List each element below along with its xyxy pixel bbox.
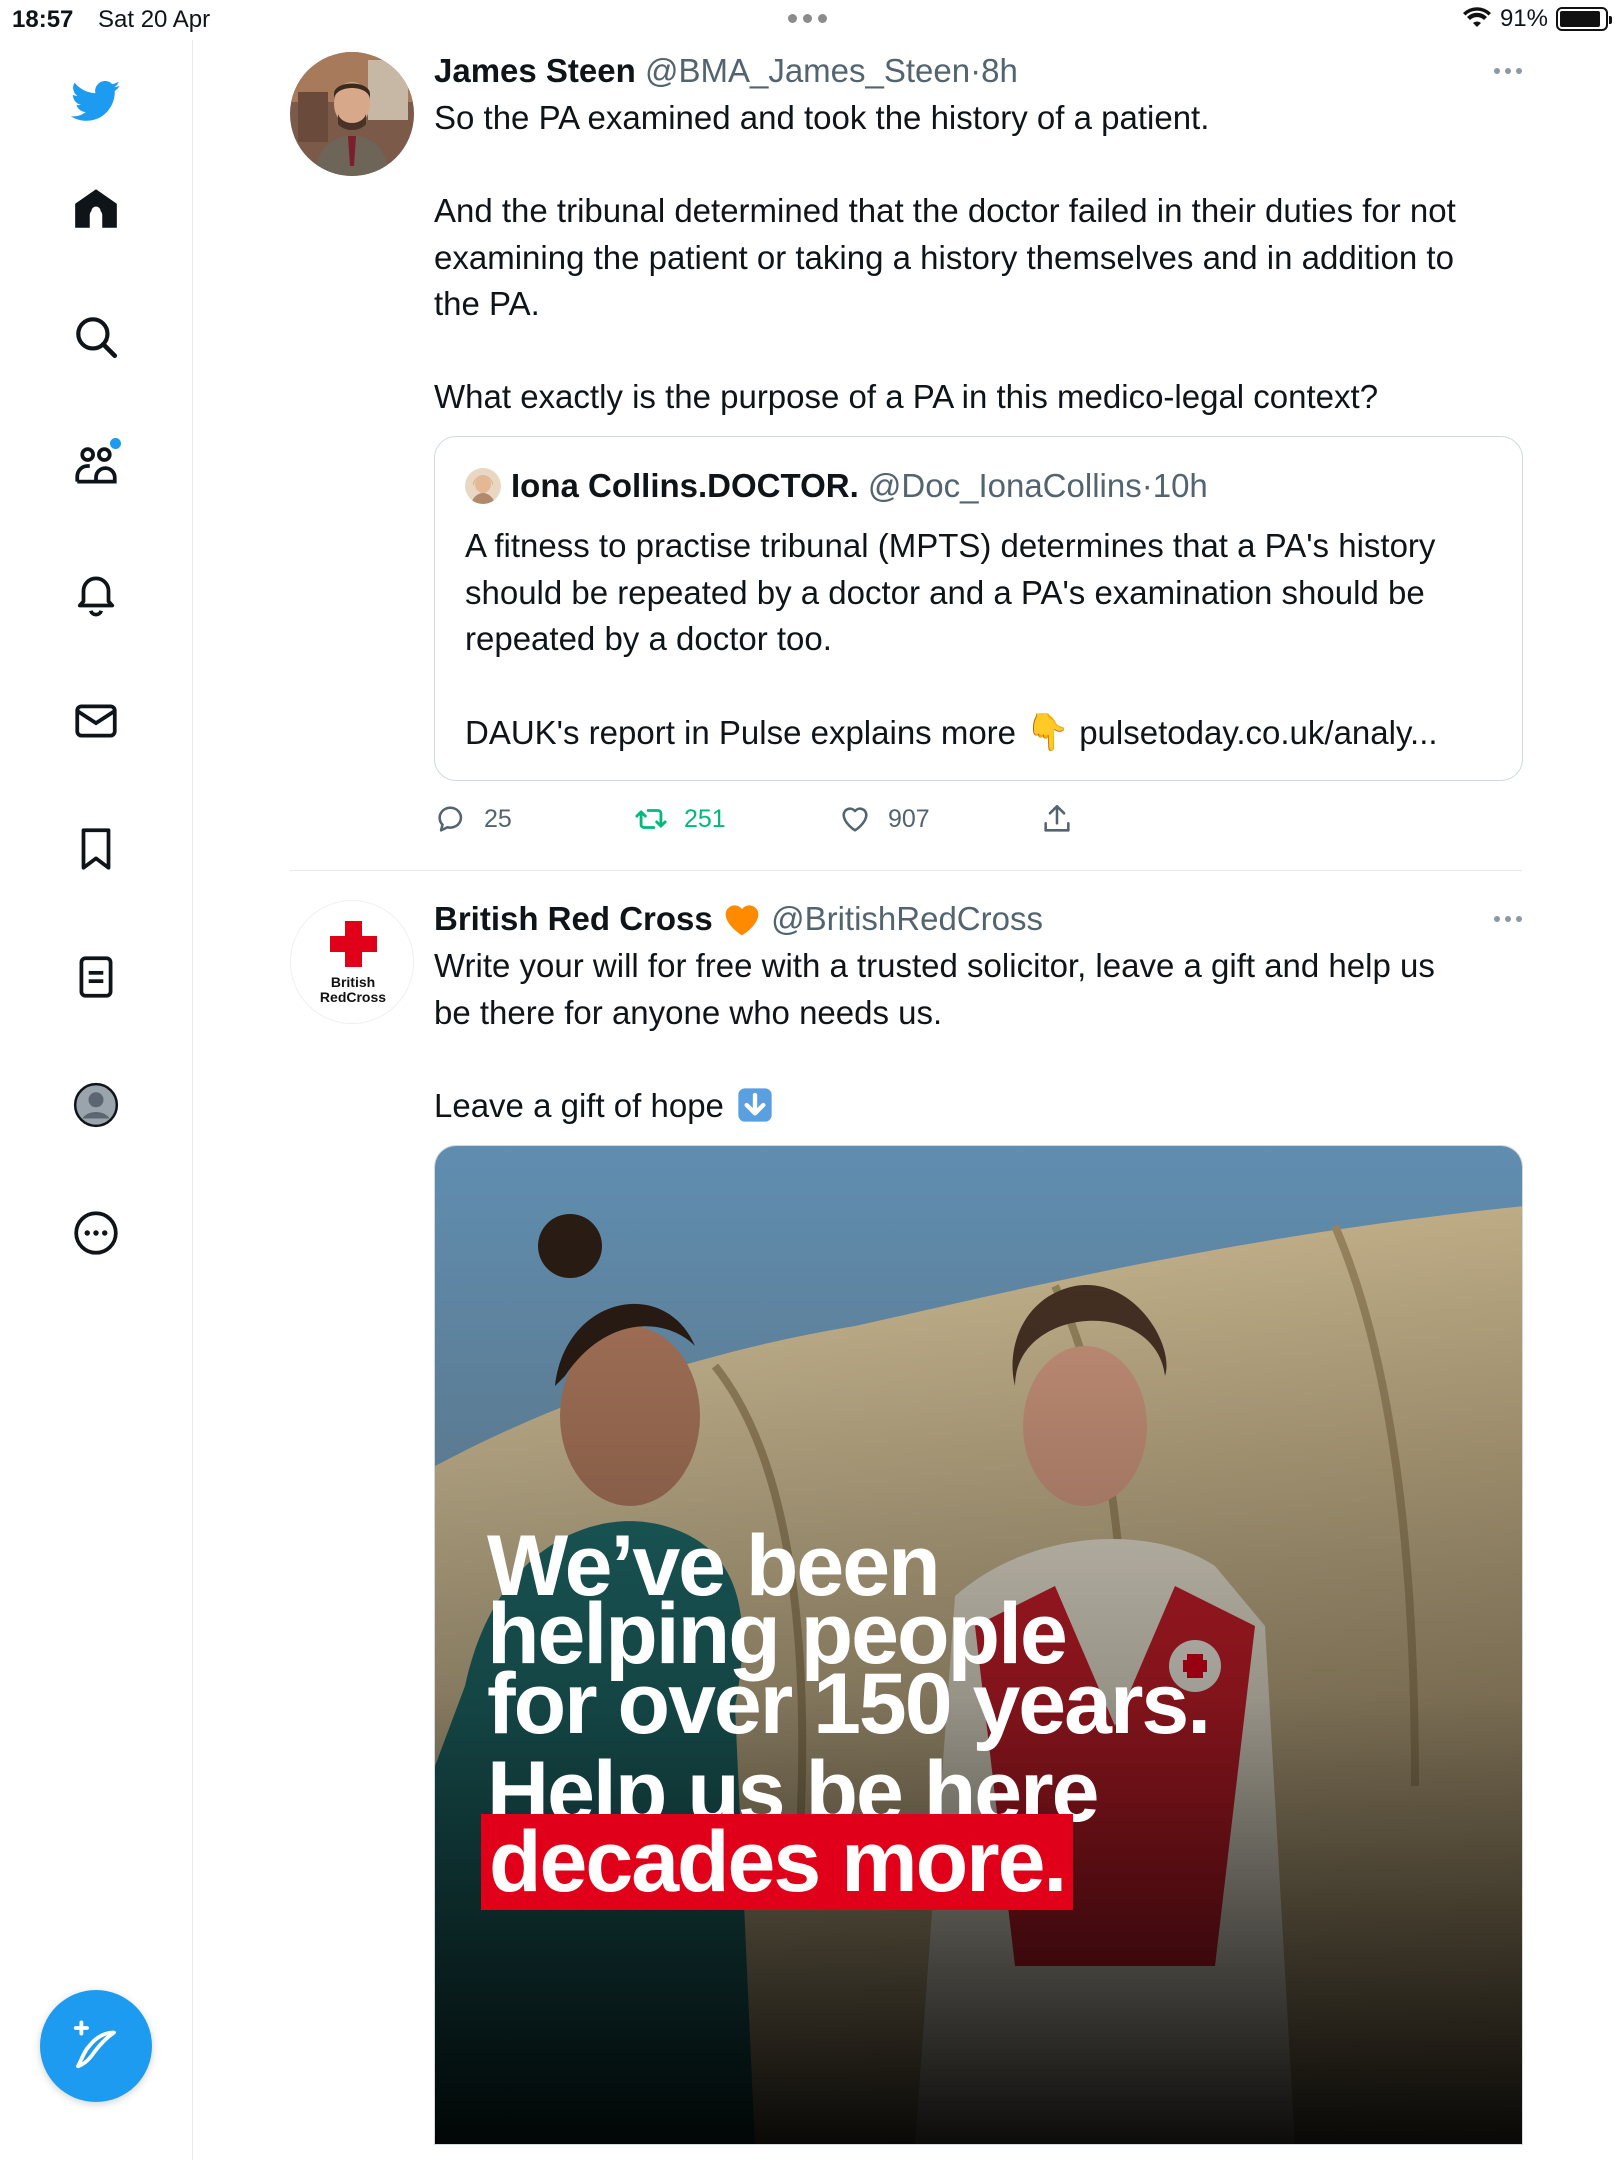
tweet-divider <box>290 870 1522 871</box>
tweet-time[interactable]: 8h <box>981 52 1018 89</box>
tweet-text-line: examining the patient or taking a histor… <box>434 238 1454 276</box>
like-button[interactable]: 907 <box>838 802 930 836</box>
tweet-british-red-cross[interactable]: British RedCross British Red Cross @Brit… <box>290 898 1523 2160</box>
avatar[interactable]: British RedCross <box>290 900 414 1024</box>
retweet-icon <box>635 809 667 829</box>
tweet-text: Write your will for free with a trusted … <box>434 943 1522 1129</box>
reply-count: 25 <box>484 804 512 833</box>
author-name[interactable]: British Red Cross <box>434 900 713 937</box>
tweet-text-line: So the PA examined and took the history … <box>434 99 1210 136</box>
compose-tweet-icon <box>73 2020 116 2069</box>
communities-notification-dot <box>110 438 121 449</box>
quoted-text-line-link: DAUK's report in Pulse explains more 👇 p… <box>465 709 1438 757</box>
tweet-header: James Steen @BMA_James_Steen·8h <box>434 50 1522 92</box>
quoted-text-line4: DAUK's report in Pulse explains more <box>465 714 1017 751</box>
tweet-text-line: Leave a gift of hope <box>434 1086 724 1124</box>
wifi-icon <box>1462 7 1491 27</box>
tweet-text-line: be there for anyone who needs us. <box>434 993 943 1031</box>
ad-headline-line: for over 150 years. <box>487 1656 1211 1752</box>
tweet-text-line: Write your will for free with a trusted … <box>434 947 1435 984</box>
communities-icon[interactable] <box>63 432 129 498</box>
retweet-count: 251 <box>684 804 726 833</box>
tweet-james-steen[interactable]: James Steen @BMA_James_Steen·8h So the P… <box>290 50 1523 850</box>
battery-icon <box>1556 7 1612 31</box>
notifications-icon[interactable] <box>63 560 129 626</box>
author-handle[interactable]: @BMA_James_Steen <box>645 52 970 89</box>
twitter-logo-icon[interactable] <box>63 68 129 134</box>
more-icon[interactable] <box>63 1200 129 1266</box>
reply-button[interactable]: 25 <box>434 802 512 836</box>
orange-heart-icon <box>725 905 759 936</box>
home-icon[interactable] <box>63 176 129 242</box>
heart-icon <box>842 807 868 832</box>
tweet-text-line-emoji: Leave a gift of hope <box>434 1083 1522 1130</box>
tweet-more-icon[interactable] <box>1494 916 1522 922</box>
avatar-text-line1: British <box>331 974 375 990</box>
tweet-text-line: the PA. <box>434 285 540 322</box>
quoted-tweet-text: A fitness to practise tribunal (MPTS) de… <box>465 523 1438 757</box>
quoted-separator: · <box>1141 467 1153 504</box>
share-button[interactable] <box>1040 802 1074 836</box>
tweet-header: British Red Cross @BritishRedCross <box>434 898 1522 940</box>
quoted-text-line: A fitness to practise tribunal (MPTS) de… <box>465 527 1436 564</box>
retweet-button[interactable]: 251 <box>634 802 726 836</box>
search-icon[interactable] <box>63 304 129 370</box>
quoted-time: 10h <box>1152 467 1208 504</box>
quoted-tweet-header: Iona Collins.DOCTOR. @Doc_IonaCollins · 10… <box>465 465 1208 507</box>
avatar[interactable] <box>290 52 414 176</box>
profile-icon[interactable] <box>63 1072 129 1138</box>
lists-icon[interactable] <box>63 944 129 1010</box>
tweet-actions: 25 251 907 <box>434 802 1134 842</box>
avatar-text-line2: RedCross <box>320 989 386 1005</box>
tweet-more-icon[interactable] <box>1494 68 1522 74</box>
sidebar <box>0 40 193 2160</box>
battery-percent: 91% <box>1499 5 1548 32</box>
quoted-avatar <box>465 468 501 504</box>
multitasking-dots-icon[interactable] <box>788 14 827 23</box>
down-arrow-emoji-icon <box>738 1087 772 1122</box>
pulse-link[interactable]: pulsetoday.co.uk/analy... <box>1079 714 1437 751</box>
status-time: 18:57 <box>12 6 74 33</box>
status-right: 91% <box>1462 5 1612 33</box>
like-count: 907 <box>888 804 930 833</box>
share-icon <box>1044 804 1070 832</box>
quoted-text-line: should be repeated by a doctor and a PA'… <box>465 573 1425 611</box>
tweet-text: So the PA examined and took the history … <box>434 95 1522 421</box>
author-handle[interactable]: @BritishRedCross <box>771 900 1043 937</box>
quoted-text-line: repeated by a doctor too. <box>465 620 832 657</box>
author-name[interactable]: James Steen <box>434 52 636 89</box>
quoted-author-name: Iona Collins.DOCTOR. <box>511 467 859 504</box>
ad-headline-highlight: decades more. <box>481 1814 1074 1910</box>
quoted-tweet[interactable]: Iona Collins.DOCTOR. @Doc_IonaCollins · 10… <box>434 436 1523 781</box>
quoted-author-handle: @Doc_IonaCollins <box>867 467 1142 504</box>
messages-icon[interactable] <box>63 688 129 754</box>
status-bar: 18:57 Sat 20 Apr 91% <box>0 0 1620 40</box>
header-separator: · <box>970 52 982 89</box>
ad-image[interactable]: We’ve been helping people for over 150 y… <box>434 1145 1523 2145</box>
bookmarks-icon[interactable] <box>63 816 129 882</box>
reply-icon <box>438 806 463 832</box>
compose-tweet-button[interactable] <box>40 1990 152 2102</box>
tweet-text-line: And the tribunal determined that the doc… <box>434 192 1456 229</box>
status-date: Sat 20 Apr <box>98 6 211 33</box>
tweet-text-line: What exactly is the purpose of a PA in t… <box>434 378 1379 415</box>
pointing-down-emoji-icon: 👇 <box>1025 711 1071 752</box>
